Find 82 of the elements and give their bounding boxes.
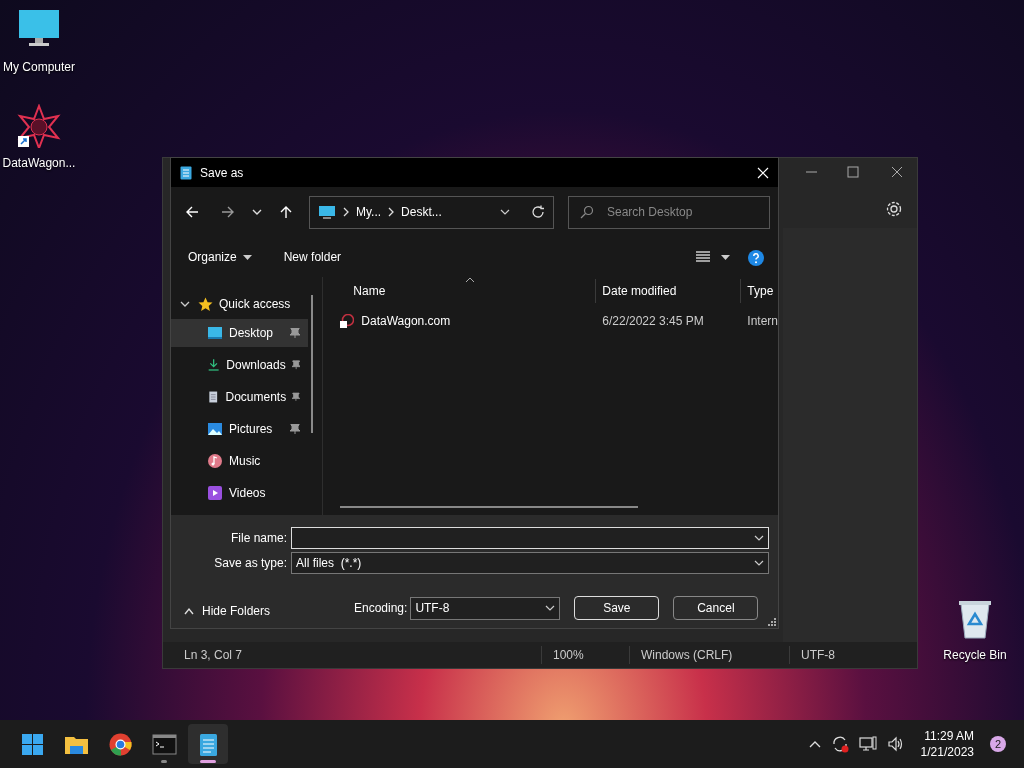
- minimize-icon: [806, 171, 817, 173]
- chevron-down-icon: [754, 533, 764, 543]
- close-icon[interactable]: [757, 166, 769, 179]
- close-icon: [889, 164, 905, 180]
- terminal-icon: [151, 731, 177, 757]
- chevron-right-icon: [387, 207, 396, 217]
- column-header[interactable]: Type: [740, 279, 774, 303]
- file-name[interactable]: DataWagon.com: [361, 312, 451, 330]
- chevron-down-icon: [545, 603, 556, 613]
- video-icon: [207, 485, 223, 501]
- network-icon[interactable]: [858, 736, 877, 752]
- pin-icon: [290, 328, 300, 338]
- desktop-icon-label[interactable]: Recycle Bin: [943, 646, 1007, 664]
- new-folder-button[interactable]: New folder: [283, 248, 342, 266]
- sync-icon[interactable]: [830, 735, 849, 753]
- status-bar-text: 100%: [541, 646, 629, 664]
- encoding-dropdown[interactable]: UTF-8: [410, 596, 561, 620]
- chevron-up-icon: [184, 607, 194, 615]
- monitor-icon: [318, 205, 336, 219]
- hide-folders-button[interactable]: Hide Folders: [184, 602, 271, 620]
- clock[interactable]: 11:29 AM 1/21/2023: [920, 728, 974, 760]
- settings-icon[interactable]: [885, 200, 903, 218]
- column-header[interactable]: Date modified: [595, 279, 741, 303]
- notification-badge[interactable]: 2: [990, 736, 1006, 752]
- nav-item[interactable]: Documents: [171, 383, 308, 411]
- search-icon: [580, 204, 594, 219]
- up-arrow-icon[interactable]: [279, 205, 293, 219]
- dialog-button[interactable]: Cancel: [673, 596, 759, 620]
- running-indicator: [200, 760, 216, 763]
- breadcrumb-item[interactable]: Deskt...: [401, 203, 442, 221]
- file-type-dropdown[interactable]: All files (*.*): [291, 552, 769, 574]
- dialog-button[interactable]: Save: [574, 596, 660, 620]
- chevron-right-icon: [342, 207, 350, 217]
- refresh-icon[interactable]: [531, 205, 545, 219]
- organize-menu[interactable]: Organize: [188, 248, 252, 266]
- notepad-icon: [180, 165, 192, 180]
- star-icon: [198, 296, 213, 312]
- search-field[interactable]: Search Desktop: [568, 195, 770, 229]
- status-bar-text: Windows (CRLF): [629, 646, 789, 664]
- nav-item[interactable]: Pictures: [171, 415, 308, 443]
- desktop-icon-label[interactable]: My Computer: [3, 58, 75, 76]
- field-label: Encoding:: [354, 600, 408, 617]
- field-label: Save as type:: [213, 555, 288, 572]
- nav-item[interactable]: Music: [171, 447, 308, 475]
- nav-item[interactable]: Desktop: [171, 319, 308, 347]
- breadcrumb-item[interactable]: My...: [356, 203, 382, 221]
- chevron-down-icon: [754, 558, 764, 568]
- column-header[interactable]: Name: [323, 279, 596, 303]
- taskbar-button[interactable]: [188, 724, 228, 764]
- monitor-icon: [207, 325, 223, 341]
- help-icon[interactable]: [748, 250, 764, 266]
- window-title: Save as: [200, 164, 244, 182]
- table-cell-text: Intern: [746, 313, 778, 330]
- back-arrow-icon[interactable]: [185, 205, 199, 219]
- pin-icon: [290, 424, 300, 434]
- table-cell-text: 6/22/2022 3:45 PM: [601, 313, 705, 330]
- nav-item[interactable]: Videos: [171, 479, 308, 507]
- desktop-icon-label[interactable]: DataWagon...: [2, 154, 76, 172]
- maximize-icon: [845, 164, 861, 180]
- volume-icon[interactable]: [886, 736, 905, 752]
- download-icon: [207, 357, 221, 373]
- start-icon: [19, 731, 45, 757]
- list-view-icon[interactable]: [695, 250, 711, 264]
- music-note-icon: [207, 453, 223, 469]
- picture-icon: [207, 421, 223, 437]
- forward-arrow-icon[interactable]: [221, 205, 235, 219]
- address-bar[interactable]: My... Deskt...: [309, 195, 554, 229]
- pin-icon: [292, 392, 300, 402]
- nav-item[interactable]: Downloads: [171, 351, 308, 379]
- field-label: File name:: [229, 530, 288, 547]
- chevron-up-icon[interactable]: [808, 740, 821, 748]
- status-bar-text: Ln 3, Col 7: [183, 647, 244, 664]
- pin-icon: [291, 360, 300, 370]
- dropdown-caret-icon: [242, 254, 252, 260]
- status-bar-text: UTF-8: [789, 646, 835, 664]
- running-indicator: [161, 760, 167, 763]
- browser-icon: [107, 731, 133, 757]
- tree-item[interactable]: Quick access: [171, 293, 323, 315]
- resize-grip-icon: [767, 617, 776, 626]
- file-name-field[interactable]: [291, 527, 769, 549]
- document-icon: [207, 389, 220, 405]
- dropdown-caret-icon[interactable]: [721, 254, 730, 260]
